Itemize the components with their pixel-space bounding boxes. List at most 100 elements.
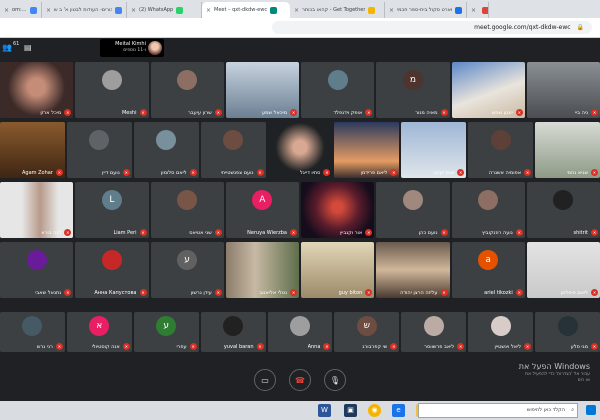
participant-tile[interactable]: ניה ביי ✕ [526,62,600,118]
participant-tile[interactable]: ע עפרי ✕ [133,312,199,352]
chat-icon[interactable]: ▤ [24,43,32,52]
participant-tile[interactable]: עליזה הרצן יהודה ✕ [376,242,450,298]
participant-tile[interactable]: shitrit ✕ [526,182,600,238]
participant-tile[interactable]: Meshi ✕ [75,62,149,118]
tab-close-icon[interactable]: × [294,7,299,14]
participant-tile[interactable]: מגי סלע ✕ [535,312,600,352]
participant-name: נועם כהן [418,230,438,236]
hangup-button[interactable]: ☎ [289,369,311,391]
tab-favicon-icon [270,6,278,14]
participant-tile[interactable]: ליאם פיסלמן ✕ [526,242,600,298]
avatar: A [252,190,273,210]
tab-close-icon[interactable]: × [46,7,51,14]
microphone-toggle-button[interactable]: 🎙 [324,369,346,391]
browser-tab[interactable]: × Meet – qxt-dkdw-ewc [202,2,290,18]
participant-name: ליאב פרשווסר [424,344,455,350]
url-field[interactable]: meet.google.com/qxt-dkdw-ewc 🔒 [272,21,592,34]
participant-tile[interactable]: ע עידן גרשון ✕ [150,242,224,298]
participant-tile[interactable]: מ מאיה מנור ✕ [376,62,450,118]
participant-tile[interactable]: שרון עיעבר ✕ [150,62,224,118]
participant-tile[interactable]: ליאם סלומון ✕ [133,122,199,178]
participant-tile[interactable]: נתנאל שאבי ✕ [0,242,74,298]
browser-tab[interactable]: × [467,2,489,18]
participant-tile[interactable]: שני אטיאס ✕ [150,182,224,238]
tab-close-icon[interactable]: × [4,7,9,14]
participant-tile[interactable]: yuval baran ✕ [200,312,266,352]
watermark-title: הפעל את Windows [518,362,590,371]
browser-tab[interactable]: × סמארט סקול בית-ספר חכמי [385,2,467,18]
participant-tile[interactable]: אור וקנביץ ✕ [301,182,375,238]
participant-tile[interactable]: דנה בורא ✕ [0,182,74,238]
participant-tile[interactable]: שגיא נחמי ✕ [535,122,600,178]
mic-off-icon: ✕ [591,109,598,116]
edge-legacy-icon[interactable]: e [392,404,405,417]
tab-close-icon[interactable]: × [131,7,136,14]
participant-tile[interactable]: אגם יעקב ✕ [401,122,467,178]
mic-off-icon: ✕ [515,109,523,116]
avatar [478,190,499,210]
participant-name: ariel tikozki [484,290,513,296]
people-icon[interactable]: 👥 [2,43,12,52]
watermark-line2: או רום [577,378,590,383]
participant-tile[interactable]: ליאם פרידמן ✕ [334,122,400,178]
participant-tile[interactable]: נטלי אליאנוב ✕ [225,242,299,298]
meet-header: 👥 61 ▤ Meital Kimhi ו-11 נוספים [0,37,600,59]
browser-tab[interactable]: ×ים הורים- העודות לבטון א' ב ש.. [42,2,127,18]
participant-tile[interactable]: נועם דיין ✕ [66,122,132,178]
presenter-others: ו-11 נוספים [123,48,146,53]
mic-off-icon: ✕ [139,109,147,116]
camera-toggle-button[interactable]: ▭ [254,369,276,391]
mic-off-icon: ✕ [515,229,523,236]
participant-tile[interactable]: אפומיה אשגרה ✕ [468,122,534,178]
windows-start-icon[interactable] [586,405,596,415]
avatar: א [89,316,110,336]
participant-tile[interactable]: ליאל וינשטיין ✕ [468,312,534,352]
browser-tab[interactable]: × קהאו בכותר - Get Together [290,2,385,18]
participant-tile[interactable]: Anna ✕ [267,312,333,352]
participant-tile[interactable]: נועם כהן ✕ [376,182,450,238]
participant-tile[interactable]: נועם צפנשטייחי ✕ [200,122,266,178]
participant-tile[interactable]: א אנה קוסטיולי ✕ [66,312,132,352]
participant-video [0,62,74,118]
participant-name: יונטן שמש [491,110,513,116]
browser-tab[interactable]: × (2) WhatsApp [127,2,202,18]
tab-label: קהאו בכותר - Get Together [302,7,366,13]
participant-tile[interactable]: Анна Капустова ✕ [75,242,149,298]
word-icon[interactable]: W [318,404,331,417]
participant-tile[interactable]: מיכל ארזן ✕ [0,62,74,118]
participant-tile[interactable]: ש שי קפרבורג ✕ [334,312,400,352]
mic-off-icon: ✕ [440,289,448,296]
chrome-icon[interactable]: ◉ [368,404,381,417]
taskbar-search-input[interactable]: הקלד כאן לחיפוש ⌕ [418,403,578,418]
participant-tile[interactable]: ליאב פרשווסר ✕ [401,312,467,352]
participant-video [301,182,375,238]
participant-tile[interactable]: סתיו דייגל ✕ [267,122,333,178]
participant-name: נתנאל שאבי [35,290,62,296]
participant-tile[interactable]: נועה רוזנקוביץ ✕ [451,182,525,238]
photos-icon[interactable]: ▣ [344,404,357,417]
tab-label: Meet – qxt-dkdw-ewc [214,7,268,13]
participant-tile[interactable]: A Neruya Wierzba ✕ [225,182,299,238]
participant-tile[interactable]: Agam Zohar ✕ [0,122,65,178]
browser-tab[interactable]: ×om:... - [0,2,42,18]
tab-label: סמארט סקול בית-ספר חכמי [397,7,452,13]
presenter-tile[interactable]: Meital Kimhi ו-11 נוספים [100,39,164,57]
search-placeholder: הקלד כאן לחיפוש [526,407,565,413]
participant-tile[interactable]: L Liam Peri ✕ [75,182,149,238]
windows-activation-watermark: הפעל את Windows עבור אל 'הגדרות' כדי להפ… [519,362,590,384]
mic-off-icon: ✕ [390,343,398,350]
tab-favicon-icon [176,6,184,14]
windows-taskbar: W ▣ ◉ e ▬ ◐ הקלד כאן לחיפוש ⌕ [0,401,600,420]
participant-tile[interactable]: רני גרש ✕ [0,312,65,352]
participant-tile[interactable]: a ariel tikozki ✕ [451,242,525,298]
participant-tile[interactable]: אופק וידנפלד ✕ [301,62,375,118]
participant-name: עליזה הרצן יהודה [400,290,438,296]
tab-close-icon[interactable]: × [206,7,211,14]
participant-tile[interactable]: guy biton ✕ [301,242,375,298]
tab-close-icon[interactable]: × [471,7,476,14]
participant-tile[interactable]: יונטן שמש ✕ [451,62,525,118]
tab-close-icon[interactable]: × [389,7,394,14]
participant-name: סתיו דייגל [299,170,321,176]
participant-tile[interactable]: מיכאל שמע ✕ [225,62,299,118]
mic-off-icon: ✕ [457,343,465,350]
